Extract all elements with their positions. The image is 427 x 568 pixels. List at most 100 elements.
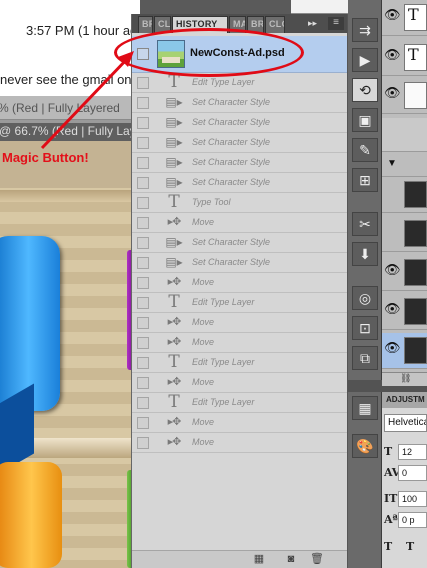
visibility-eye-icon[interactable]: [384, 184, 400, 204]
layer-group-row[interactable]: ▼: [382, 155, 427, 177]
tab-brushes[interactable]: BR: [138, 16, 153, 33]
history-step-label: Edit Type Layer: [192, 397, 255, 407]
type-layer-thumb: T: [404, 4, 427, 31]
more-tabs-icon[interactable]: ▸▸: [308, 18, 317, 29]
font-size-row: T 12: [384, 444, 427, 461]
history-step-label: Move: [192, 417, 215, 427]
tab-adjustments[interactable]: ADJUSTM: [382, 392, 427, 408]
leading-field[interactable]: 100: [398, 491, 427, 507]
history-source-checkbox[interactable]: [137, 197, 149, 209]
history-step-row[interactable]: T Edit Type Layer: [132, 73, 347, 93]
history-source-checkbox[interactable]: [137, 177, 149, 189]
layer-row[interactable]: [382, 216, 427, 252]
visibility-eye-icon[interactable]: [384, 223, 400, 243]
layer-row[interactable]: 👁 T: [382, 0, 427, 36]
history-source-checkbox[interactable]: [137, 237, 149, 249]
tracking-field[interactable]: 0: [398, 465, 427, 481]
visibility-eye-icon[interactable]: 👁: [384, 85, 401, 105]
font-size-field[interactable]: 12: [398, 444, 427, 460]
history-step-row[interactable]: ▸✥ Move: [132, 213, 347, 233]
layer-row[interactable]: 👁 T: [382, 40, 427, 76]
info-icon[interactable]: ⊡: [352, 316, 378, 340]
brush-panel-icon[interactable]: ✎: [352, 138, 378, 162]
adjustments-icon[interactable]: ▦: [352, 396, 378, 420]
visibility-eye-icon[interactable]: [384, 125, 400, 145]
history-steps-list: T Edit Type Layer ▤▸ Set Character Style ▤▸ S…: [132, 73, 347, 453]
history-step-row[interactable]: ▸✥ Move: [132, 373, 347, 393]
baseline-field[interactable]: 0 p: [398, 512, 427, 528]
history-step-row[interactable]: ▤▸ Set Character Style: [132, 153, 347, 173]
history-source-checkbox[interactable]: [137, 277, 149, 289]
styles-icon[interactable]: 🎨: [352, 434, 378, 458]
layer-row-selected[interactable]: 👁: [382, 333, 427, 369]
history-step-row[interactable]: ▸✥ Move: [132, 413, 347, 433]
orange-button-graphic: [0, 462, 62, 568]
history-source-checkbox[interactable]: [137, 337, 149, 349]
visibility-eye-icon[interactable]: 👁: [384, 7, 401, 27]
history-step-row[interactable]: T Type Tool: [132, 193, 347, 213]
visibility-eye-icon[interactable]: 👁: [384, 262, 401, 282]
history-step-row[interactable]: ▸✥ Move: [132, 313, 347, 333]
history-source-checkbox[interactable]: [137, 97, 149, 109]
history-source-checkbox[interactable]: [137, 137, 149, 149]
paths-icon[interactable]: ⧉: [352, 346, 378, 370]
visibility-eye-icon[interactable]: 👁: [384, 301, 401, 321]
history-step-row[interactable]: ▤▸ Set Character Style: [132, 113, 347, 133]
layer-thumb: [404, 181, 427, 208]
history-source-checkbox[interactable]: [137, 117, 149, 129]
history-source-checkbox[interactable]: [137, 437, 149, 449]
history-source-checkbox[interactable]: [137, 417, 149, 429]
history-step-row[interactable]: T Edit Type Layer: [132, 293, 347, 313]
adjustments-panel: ADJUSTM Helvetica T 12 AV 0 IT 100 Aª 0 …: [382, 392, 427, 568]
new-snapshot-icon[interactable]: ◙: [284, 553, 298, 566]
history-source-checkbox[interactable]: [137, 257, 149, 269]
history-step-row[interactable]: ▸✥ Move: [132, 273, 347, 293]
visibility-eye-icon[interactable]: 👁: [384, 47, 401, 67]
tool-icon[interactable]: ✂: [352, 212, 378, 236]
history-source-checkbox[interactable]: [137, 317, 149, 329]
layer-row[interactable]: [382, 118, 427, 152]
background-window-sliver: [291, 0, 348, 14]
panel-menu-icon[interactable]: ≡: [328, 17, 344, 30]
layer-row[interactable]: 👁: [382, 294, 427, 330]
type-style-buttons[interactable]: T T: [384, 540, 419, 553]
font-family-field[interactable]: Helvetica: [384, 414, 427, 432]
history-source-checkbox[interactable]: [137, 77, 149, 89]
type-icon: T: [168, 192, 180, 212]
document-tab-background[interactable]: % (Red | Fully Layered: [0, 96, 140, 120]
history-source-checkbox[interactable]: [137, 397, 149, 409]
history-source-checkbox[interactable]: [137, 217, 149, 229]
layer-comps-icon[interactable]: ▣: [352, 108, 378, 132]
history-icon[interactable]: ⟲: [352, 78, 378, 102]
panel-icon-strip: ⇉ ▶ ⟲ ▣ ✎ ⊞ ✂ ⬇ ◎ ⊡ ⧉: [348, 0, 382, 380]
actions-icon[interactable]: ▶: [352, 48, 378, 72]
history-source-checkbox[interactable]: [137, 157, 149, 169]
delete-state-icon[interactable]: 🗑: [310, 553, 324, 566]
history-step-row[interactable]: ▸✥ Move: [132, 433, 347, 453]
swatch-icon[interactable]: ⬇: [352, 242, 378, 266]
visibility-eye-icon[interactable]: 👁: [384, 340, 401, 360]
clone-source-icon[interactable]: ⊞: [352, 168, 378, 192]
layer-row[interactable]: 👁: [382, 78, 427, 114]
history-source-checkbox[interactable]: [137, 357, 149, 369]
history-step-row[interactable]: ▤▸ Set Character Style: [132, 233, 347, 253]
history-step-row[interactable]: ▤▸ Set Character Style: [132, 173, 347, 193]
document-tab-active[interactable]: @ 66.7% (Red | Fully Layered: [0, 123, 160, 141]
history-step-row[interactable]: ▤▸ Set Character Style: [132, 93, 347, 113]
history-step-row[interactable]: ▤▸ Set Character Style: [132, 133, 347, 153]
history-step-row[interactable]: T Edit Type Layer: [132, 393, 347, 413]
history-step-label: Move: [192, 277, 215, 287]
tool-presets-icon[interactable]: ⇉: [352, 18, 378, 42]
history-source-checkbox[interactable]: [137, 297, 149, 309]
layer-row[interactable]: [382, 177, 427, 213]
history-step-row[interactable]: T Edit Type Layer: [132, 353, 347, 373]
history-step-row[interactable]: ▸✥ Move: [132, 333, 347, 353]
group-expand-icon[interactable]: ▼: [384, 158, 400, 178]
link-layers-icon[interactable]: ⛓: [382, 372, 427, 386]
new-document-from-state-icon[interactable]: ▦: [252, 553, 266, 566]
layer-row[interactable]: 👁: [382, 255, 427, 291]
history-source-checkbox[interactable]: [137, 377, 149, 389]
tab-clone-source[interactable]: CLO: [265, 16, 285, 33]
history-step-row[interactable]: ▤▸ Set Character Style: [132, 253, 347, 273]
navigator-icon[interactable]: ◎: [352, 286, 378, 310]
